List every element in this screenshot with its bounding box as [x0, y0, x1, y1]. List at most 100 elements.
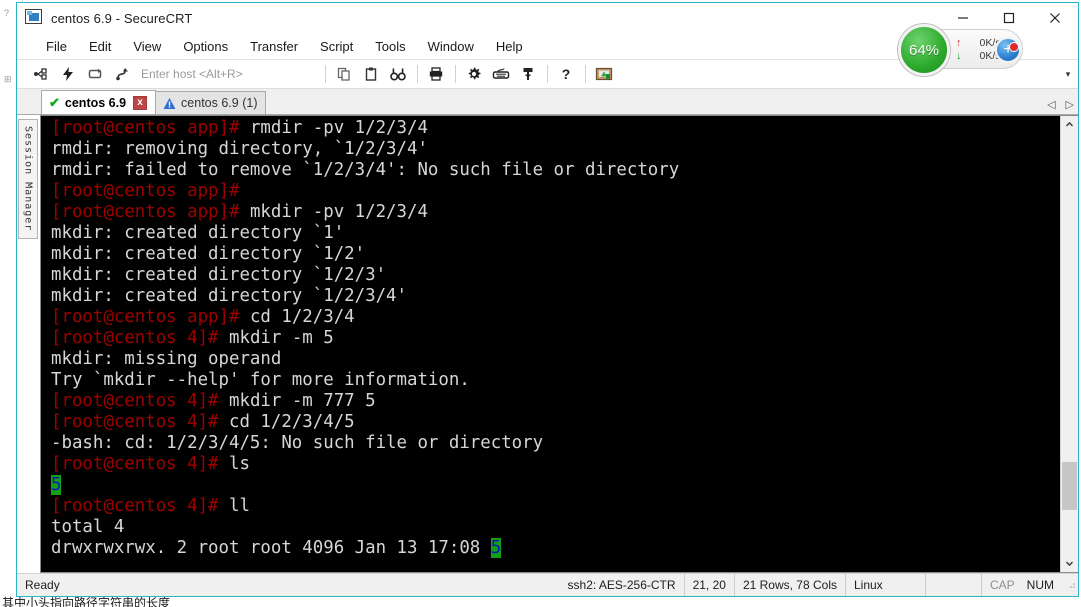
scroll-up-icon[interactable] — [1061, 116, 1078, 133]
terminal-text-segment: [root@centos app]# — [51, 307, 240, 327]
speed-rows: ↑ 0K/s ↓ 0K/s — [956, 37, 1001, 62]
close-button[interactable] — [1032, 3, 1078, 33]
status-dimensions: 21 Rows, 78 Cols — [735, 574, 846, 596]
menu-item-window[interactable]: Window — [417, 36, 485, 57]
terminal-text-segment: [root@centos app]# — [51, 181, 240, 201]
menu-item-view[interactable]: View — [122, 36, 172, 57]
status-protocol: ssh2: AES-256-CTR — [567, 578, 676, 592]
terminal-text-segment: mkdir: created directory `1' — [51, 223, 345, 243]
quick-connect-icon[interactable] — [55, 62, 80, 86]
body-area: Session Manager [root@centos app]# rmdir… — [17, 115, 1078, 573]
status-bar: Ready ssh2: AES-256-CTR 21, 20 21 Rows, … — [17, 573, 1078, 596]
screenshot-root: ? ⊞ 其中小头指向路径字符串的长度 centos 6.9 - SecureCR… — [0, 0, 1081, 607]
terminal-line: mkdir: created directory `1' — [51, 223, 1060, 244]
menu-item-help[interactable]: Help — [485, 36, 534, 57]
session-options-icon[interactable] — [592, 62, 617, 86]
terminal-text-segment: rmdir: failed to remove `1/2/3/4': No su… — [51, 160, 680, 180]
tab-bar: ✔ centos 6.9 x centos 6.9 (1) ◁ ▷ — [17, 89, 1078, 115]
window-title: centos 6.9 - SecureCRT — [51, 10, 193, 26]
menu-item-file[interactable]: File — [35, 36, 78, 57]
reconnect-icon[interactable] — [82, 62, 107, 86]
tab-close-icon[interactable]: x — [133, 95, 148, 110]
key-icon[interactable] — [516, 62, 541, 86]
session-manager-bar: Session Manager — [17, 115, 40, 573]
terminal-text-segment: Try `mkdir --help' for more information. — [51, 370, 470, 390]
tab-centos-69[interactable]: ✔ centos 6.9 x — [41, 90, 157, 114]
terminal-line: mkdir: missing operand — [51, 349, 1060, 370]
settings-gear-icon[interactable] — [462, 62, 487, 86]
terminal-text-segment: [root@centos 4]# — [51, 496, 219, 516]
terminal-text-segment: mkdir -m 777 5 — [218, 391, 376, 411]
paste-icon[interactable] — [359, 62, 384, 86]
status-cursor-position: 21, 20 — [683, 574, 735, 596]
terminal-text-segment: total 4 — [51, 517, 125, 537]
terminal-text-segment: mkdir: created directory `1/2/3' — [51, 265, 387, 285]
network-speed-widget[interactable]: 64% ↑ 0K/s ↓ 0K/s + — [898, 24, 1023, 76]
tab-nav-prev-icon[interactable]: ◁ — [1047, 98, 1055, 111]
toolbar-separator-4 — [546, 65, 548, 83]
terminal-text-segment: [root@centos app]# — [51, 118, 240, 138]
terminal-text-segment: 5 — [490, 538, 502, 558]
toolbar-separator-5 — [584, 65, 586, 83]
toolbar-separator-1 — [324, 65, 326, 83]
tab-navigation: ◁ ▷ — [1047, 98, 1074, 111]
gauge-percent: 64% — [908, 41, 940, 59]
menu-item-tools[interactable]: Tools — [364, 36, 416, 57]
terminal-text-segment: -bash: cd: 1/2/3/4/5: No such file or di… — [51, 433, 544, 453]
toolbar-overflow-chevron-down-icon[interactable]: ▾ — [1060, 69, 1076, 80]
terminal-line: mkdir: created directory `1/2/3' — [51, 265, 1060, 286]
terminal-text-segment: cd 1/2/3/4/5 — [218, 412, 355, 432]
scrollbar-thumb[interactable] — [1062, 462, 1077, 511]
status-spacer — [926, 574, 982, 596]
terminal-text-segment: [root@centos 4]# — [51, 328, 219, 348]
terminal-line: rmdir: failed to remove `1/2/3/4': No su… — [51, 160, 1060, 181]
sidebar-item-session-manager[interactable]: Session Manager — [18, 119, 38, 239]
terminal-text-segment: mkdir: missing operand — [51, 349, 282, 369]
terminal-line: [root@centos 4]# ls — [51, 454, 1060, 475]
menu-item-options[interactable]: Options — [172, 36, 239, 57]
add-button[interactable]: + — [995, 37, 1021, 63]
terminal-text-segment: mkdir -m 5 — [218, 328, 334, 348]
terminal-line: total 4 — [51, 517, 1060, 538]
print-icon[interactable] — [424, 62, 449, 86]
menu-item-script[interactable]: Script — [309, 36, 364, 57]
terminal-text-segment: ls — [218, 454, 250, 474]
tab-centos-69-1[interactable]: centos 6.9 (1) — [155, 91, 267, 114]
terminal-output[interactable]: [root@centos app]# rmdir -pv 1/2/3/4 rmdi… — [41, 116, 1060, 572]
resize-grip[interactable] — [1062, 579, 1078, 591]
keyboard-icon[interactable] — [489, 62, 514, 86]
background-mark-top: ? — [4, 8, 10, 18]
arrow-down-icon: ↓ — [956, 49, 962, 62]
terminal-text-segment: mkdir: created directory `1/2/3/4' — [51, 286, 407, 306]
terminal-line: mkdir: created directory `1/2/3/4' — [51, 286, 1060, 307]
terminal-line: drwxrwxrwx. 2 root root 4096 Jan 13 17:0… — [51, 538, 1060, 559]
terminal-scrollbar[interactable] — [1060, 116, 1078, 572]
terminal-text-segment: [root@centos 4]# — [51, 391, 219, 411]
status-caps-lock: CAP — [989, 578, 1015, 592]
tab-nav-next-icon[interactable]: ▷ — [1066, 98, 1074, 111]
toolbar-separator-2 — [416, 65, 418, 83]
terminal-line: [root@centos app]# cd 1/2/3/4 — [51, 307, 1060, 328]
terminal-text-segment: mkdir -pv 1/2/3/4 — [239, 202, 428, 222]
status-ready: Ready — [25, 578, 60, 592]
terminal-text-segment: [root@centos 4]# — [51, 412, 219, 432]
scrollbar-track[interactable] — [1061, 133, 1078, 555]
help-icon[interactable]: ? — [554, 62, 579, 86]
find-icon[interactable] — [386, 62, 411, 86]
terminal-container: [root@centos app]# rmdir -pv 1/2/3/4 rmdi… — [40, 115, 1078, 573]
disconnect-icon[interactable] — [109, 62, 134, 86]
cpu-gauge: 64% — [898, 24, 950, 76]
tab-label: centos 6.9 — [64, 95, 127, 110]
terminal-text-segment: rmdir -pv 1/2/3/4 — [239, 118, 428, 138]
terminal-line: [root@centos app]# mkdir -pv 1/2/3/4 — [51, 202, 1060, 223]
copy-icon[interactable] — [332, 62, 357, 86]
menu-item-edit[interactable]: Edit — [78, 36, 122, 57]
menu-item-transfer[interactable]: Transfer — [239, 36, 309, 57]
scroll-down-icon[interactable] — [1061, 555, 1078, 572]
terminal-line: Try `mkdir --help' for more information. — [51, 370, 1060, 391]
status-num-lock: NUM — [1026, 578, 1054, 592]
terminal-line: [root@centos 4]# ll — [51, 496, 1060, 517]
host-input[interactable]: Enter host <Alt+R> — [141, 67, 243, 81]
terminal-text-segment: ll — [218, 496, 250, 516]
connect-icon[interactable] — [28, 62, 53, 86]
